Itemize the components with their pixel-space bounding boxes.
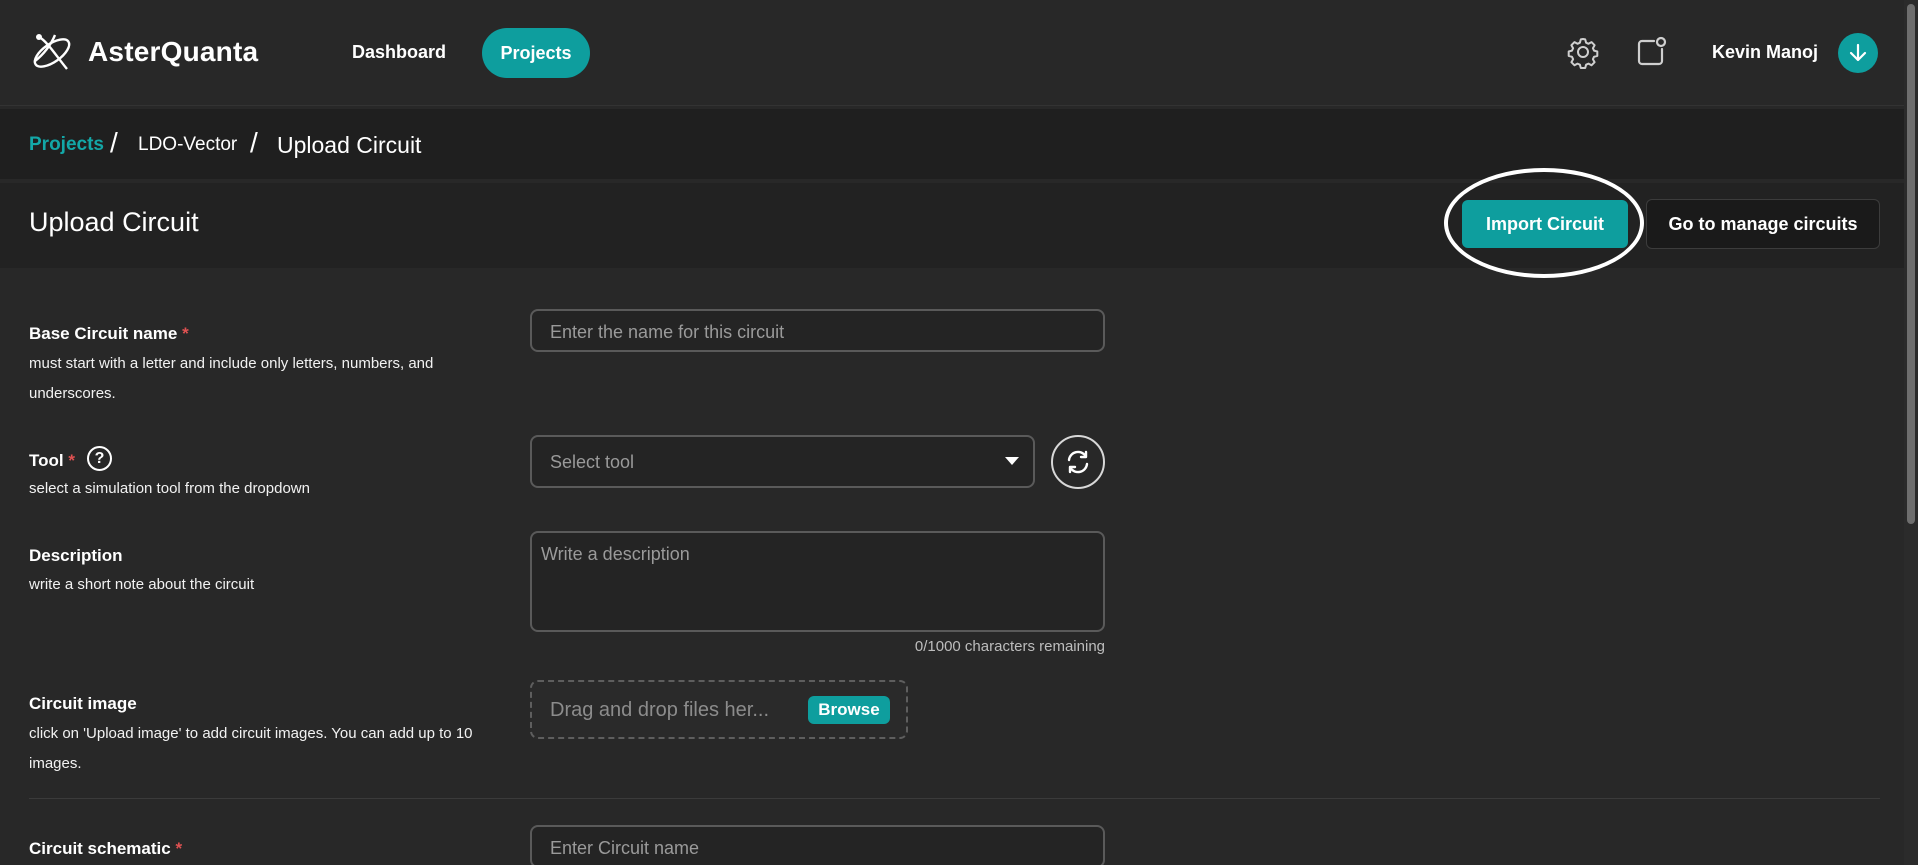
breadcrumb-separator: / bbox=[250, 127, 258, 158]
schematic-name-input[interactable]: Enter Circuit name bbox=[530, 825, 1105, 865]
chevron-down-icon bbox=[1005, 457, 1019, 465]
breadcrumb-projects[interactable]: Projects bbox=[29, 134, 104, 156]
nav-projects[interactable]: Projects bbox=[482, 28, 590, 78]
base-name-input[interactable]: Enter the name for this circuit bbox=[530, 309, 1105, 352]
tool-label: Tool * bbox=[29, 451, 75, 471]
top-navigation-bar: AsterQuanta Dashboard Projects Kevin Man… bbox=[0, 0, 1918, 106]
schematic-label: Circuit schematic * bbox=[29, 839, 182, 859]
base-name-help: must start with a letter and include onl… bbox=[29, 355, 434, 402]
description-textarea[interactable]: Write a description bbox=[530, 531, 1105, 632]
schematic-placeholder: Enter Circuit name bbox=[550, 838, 700, 858]
breadcrumb: Projects / LDO-Vector / Upload Circuit bbox=[0, 109, 1918, 179]
dropzone-text: Drag and drop files her... bbox=[550, 699, 770, 721]
manage-circuits-button[interactable]: Go to manage circuits bbox=[1646, 199, 1880, 249]
breadcrumb-current: Upload Circuit bbox=[277, 132, 422, 158]
character-counter: 0/1000 characters remaining bbox=[914, 638, 1105, 655]
user-name[interactable]: Kevin Manoj bbox=[1712, 42, 1818, 63]
browse-button[interactable]: Browse bbox=[808, 696, 890, 724]
base-name-label: Base Circuit name * bbox=[29, 324, 189, 344]
required-marker: * bbox=[175, 839, 183, 858]
schematic-label-text: Circuit schematic bbox=[29, 839, 171, 858]
refresh-icon bbox=[1067, 450, 1089, 474]
scrollbar-thumb[interactable] bbox=[1907, 4, 1915, 524]
image-dropzone[interactable]: Drag and drop files her... Browse bbox=[530, 680, 908, 739]
base-name-label-text: Base Circuit name bbox=[29, 324, 178, 343]
tool-help: select a simulation tool from the dropdo… bbox=[29, 480, 310, 497]
required-marker: * bbox=[182, 324, 189, 343]
gear-icon[interactable] bbox=[1566, 35, 1600, 69]
scrollbar[interactable] bbox=[1904, 0, 1918, 865]
tool-select-placeholder: Select tool bbox=[550, 452, 635, 472]
description-label: Description bbox=[29, 546, 123, 565]
required-marker: * bbox=[68, 451, 75, 470]
user-menu-button[interactable] bbox=[1838, 33, 1878, 73]
breadcrumb-separator: / bbox=[110, 127, 118, 158]
page-header: Upload Circuit Import Circuit Go to mana… bbox=[0, 168, 1918, 278]
page-title: Upload Circuit bbox=[29, 207, 199, 237]
breadcrumb-ldo-vector[interactable]: LDO-Vector bbox=[138, 134, 237, 156]
circuit-image-help: click on 'Upload image' to add circuit i… bbox=[29, 725, 473, 772]
import-circuit-button[interactable]: Import Circuit bbox=[1462, 200, 1628, 248]
base-name-placeholder: Enter the name for this circuit bbox=[550, 322, 785, 342]
brand-name: AsterQuanta bbox=[88, 36, 259, 67]
nav-dashboard[interactable]: Dashboard bbox=[352, 42, 446, 63]
refresh-tools-button[interactable] bbox=[1051, 435, 1105, 489]
help-icon[interactable]: ? bbox=[87, 446, 112, 471]
logo-icon bbox=[33, 34, 71, 70]
circuit-image-label: Circuit image bbox=[29, 694, 137, 713]
tool-label-text: Tool bbox=[29, 451, 64, 470]
description-help: write a short note about the circuit bbox=[29, 576, 255, 593]
description-placeholder: Write a description bbox=[541, 544, 690, 564]
section-divider bbox=[29, 798, 1880, 799]
notification-icon[interactable] bbox=[1634, 35, 1668, 69]
tool-select[interactable]: Select tool bbox=[530, 435, 1035, 488]
download-icon bbox=[1849, 43, 1867, 62]
